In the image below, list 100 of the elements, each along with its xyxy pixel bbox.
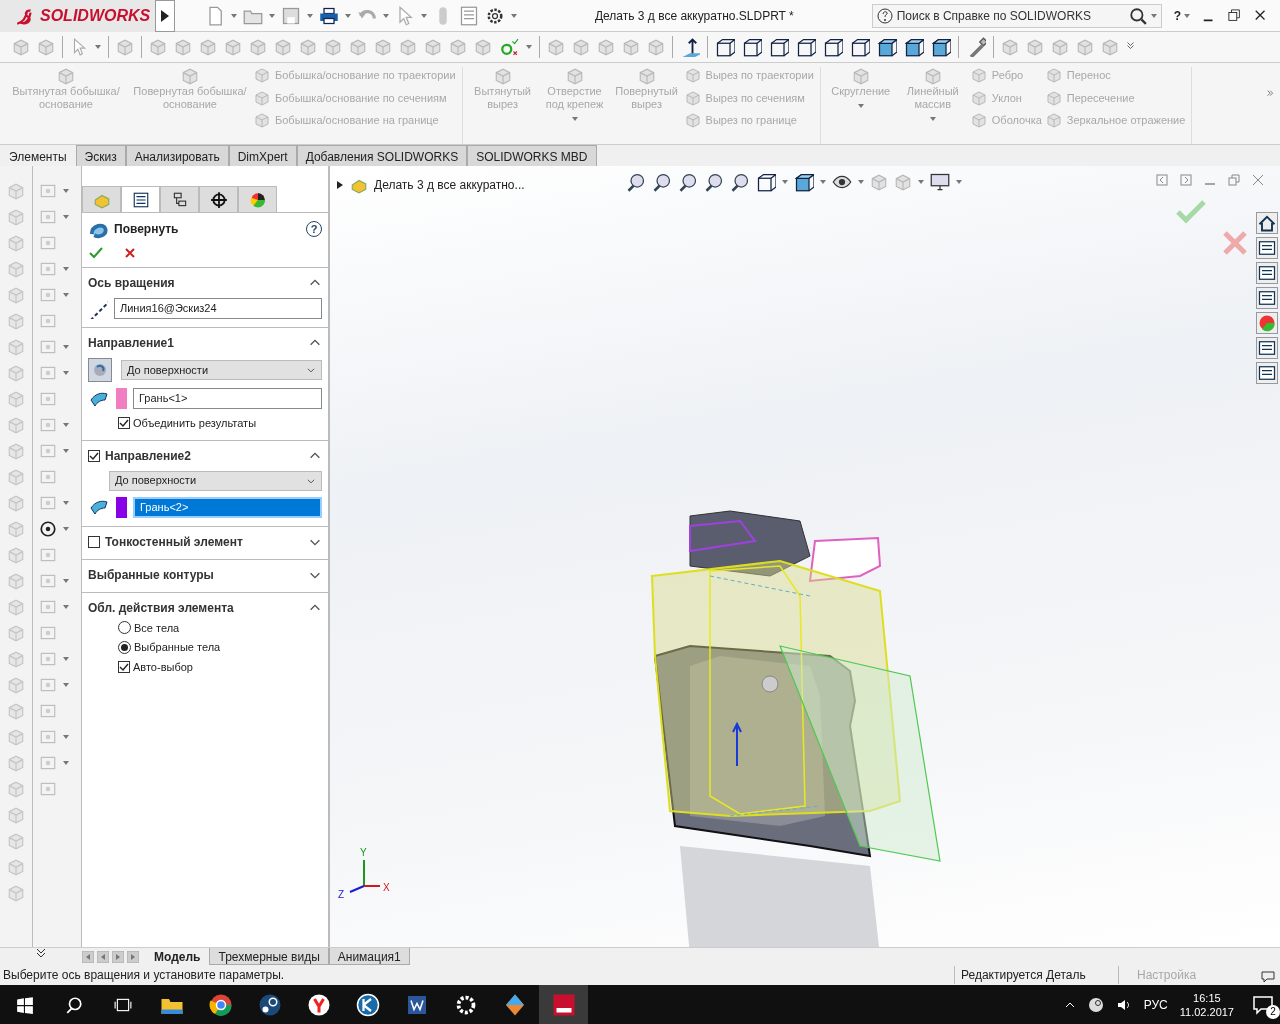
caret-icon[interactable] — [820, 180, 826, 184]
scroll-arrow-icon[interactable] — [82, 950, 94, 963]
caret-icon[interactable] — [231, 13, 237, 18]
section-title[interactable]: Выбранные контуры — [88, 565, 303, 584]
command-tab[interactable]: Анализировать — [125, 145, 229, 166]
toolbar-cube-icon[interactable] — [572, 38, 590, 56]
caret-icon[interactable] — [511, 13, 517, 18]
option-label[interactable]: Все тела — [134, 619, 180, 636]
more-icon[interactable] — [36, 948, 46, 958]
toolbar-cube-icon[interactable] — [274, 38, 292, 56]
caret-icon[interactable] — [63, 683, 69, 687]
help-menu-button[interactable]: ? — [1173, 6, 1181, 25]
caret-icon[interactable] — [858, 180, 864, 184]
clock[interactable]: 16:15 11.02.2017 — [1179, 990, 1234, 1019]
end-condition-dropdown[interactable]: До поверхности — [121, 360, 322, 380]
square-app-icon[interactable] — [551, 992, 576, 1017]
scroll-arrow-icon[interactable] — [112, 950, 124, 963]
axis-field[interactable]: Линия16@Эскиз24 — [114, 298, 322, 319]
circle-target-icon[interactable] — [39, 520, 57, 538]
command-tab[interactable]: Добавления SOLIDWORKS — [296, 145, 468, 166]
round-app-icon[interactable] — [208, 992, 233, 1017]
caret-icon[interactable] — [956, 180, 962, 184]
toolbar-cube-icon[interactable] — [199, 38, 217, 56]
checkbox[interactable] — [118, 660, 130, 673]
view-cube-icon[interactable] — [715, 37, 735, 57]
command-tab[interactable]: DimXpert — [228, 145, 297, 166]
caret-icon[interactable] — [421, 13, 427, 18]
caret-icon[interactable] — [95, 45, 101, 49]
save-icon[interactable] — [281, 5, 301, 26]
caret-icon[interactable] — [63, 293, 69, 297]
feature-icon[interactable] — [493, 67, 512, 85]
tree-item[interactable]: Делать 3 д все аккуратно... — [374, 176, 525, 194]
toolbar-cube-icon[interactable] — [1051, 38, 1069, 56]
feature-icon[interactable] — [637, 67, 656, 85]
view-cube-icon[interactable] — [850, 37, 870, 57]
feature-icon[interactable] — [57, 67, 75, 85]
caret-icon[interactable] — [63, 501, 69, 505]
toolbar-cube-icon[interactable] — [449, 38, 467, 56]
search-icon[interactable] — [64, 995, 83, 1014]
toolbar-cube-icon[interactable] — [349, 38, 367, 56]
checkbox-label[interactable]: Объединить результаты — [133, 415, 257, 432]
caret-icon[interactable] — [63, 735, 69, 739]
toolbar-cube-icon[interactable] — [399, 38, 417, 56]
section-title[interactable]: Обл. действия элемента — [88, 598, 303, 617]
monitor-icon[interactable] — [930, 172, 950, 192]
toolbar-cube-icon[interactable] — [1026, 38, 1044, 56]
caret-icon[interactable] — [63, 215, 69, 219]
toolbar-cube-icon[interactable] — [1076, 38, 1094, 56]
list-icon[interactable] — [459, 5, 479, 26]
command-tab[interactable]: Эскиз — [75, 145, 126, 166]
radio-button[interactable] — [118, 621, 131, 635]
toolbar-cube-icon[interactable] — [1001, 38, 1019, 56]
panel-tab[interactable] — [238, 186, 277, 212]
view-cube-icon[interactable] — [769, 37, 789, 57]
expand-menu-button[interactable] — [155, 0, 175, 32]
feature-icon[interactable] — [851, 67, 870, 85]
view-cube-icon[interactable] — [931, 37, 951, 57]
expand-arrow-icon[interactable] — [336, 180, 344, 190]
caret-icon[interactable] — [269, 13, 275, 18]
caret-icon[interactable] — [63, 189, 69, 193]
round-app-icon[interactable] — [355, 992, 380, 1017]
caret-icon[interactable] — [526, 45, 532, 49]
language-indicator[interactable]: РУС — [1143, 995, 1168, 1014]
scroll-arrow-icon[interactable] — [127, 950, 139, 963]
caret-icon[interactable] — [782, 180, 788, 184]
toolbar-cube-icon[interactable] — [374, 38, 392, 56]
option-label[interactable]: Авто-выбор — [133, 658, 193, 675]
scroll-arrow-icon[interactable] — [97, 950, 109, 963]
section-title[interactable]: Направление1 — [88, 334, 303, 352]
panel-tab[interactable] — [121, 186, 160, 212]
toolbar-cube-icon[interactable] — [12, 38, 30, 56]
zoom-area-icon[interactable] — [652, 172, 672, 192]
caret-icon[interactable] — [63, 423, 69, 427]
round-app-icon[interactable] — [1087, 996, 1104, 1013]
caret-icon[interactable] — [63, 449, 69, 453]
view-cube-icon[interactable] — [904, 37, 924, 57]
caret-icon[interactable] — [63, 371, 69, 375]
option-label[interactable]: Выбранные тела — [134, 639, 221, 656]
panel-tab[interactable] — [199, 186, 238, 212]
zoom-fit-icon[interactable] — [626, 172, 646, 192]
caret-icon[interactable] — [63, 657, 69, 661]
check-icon[interactable] — [499, 38, 519, 56]
toolbar-cube-icon[interactable] — [1101, 38, 1119, 56]
checkbox[interactable] — [88, 449, 100, 462]
reverse-direction-button[interactable] — [88, 358, 112, 382]
caret-icon[interactable] — [918, 180, 924, 184]
checkbox[interactable] — [118, 417, 130, 430]
toolbar-cube-icon[interactable] — [547, 38, 565, 56]
caret-icon[interactable] — [383, 13, 389, 18]
round-app-icon[interactable] — [306, 992, 331, 1017]
task-pane-tab[interactable] — [1256, 337, 1278, 359]
section-title[interactable]: Ось вращения — [88, 274, 303, 292]
toolbar-cube-icon[interactable] — [249, 38, 267, 56]
caret-icon[interactable] — [63, 579, 69, 583]
toolbar-cube-icon[interactable] — [149, 38, 167, 56]
toolbar-cube-icon[interactable] — [37, 38, 55, 56]
view-cube-icon[interactable] — [756, 172, 776, 192]
ok-icon[interactable] — [88, 245, 104, 261]
view-cube-icon[interactable] — [794, 172, 814, 192]
toolbar-cube-icon[interactable] — [647, 38, 665, 56]
